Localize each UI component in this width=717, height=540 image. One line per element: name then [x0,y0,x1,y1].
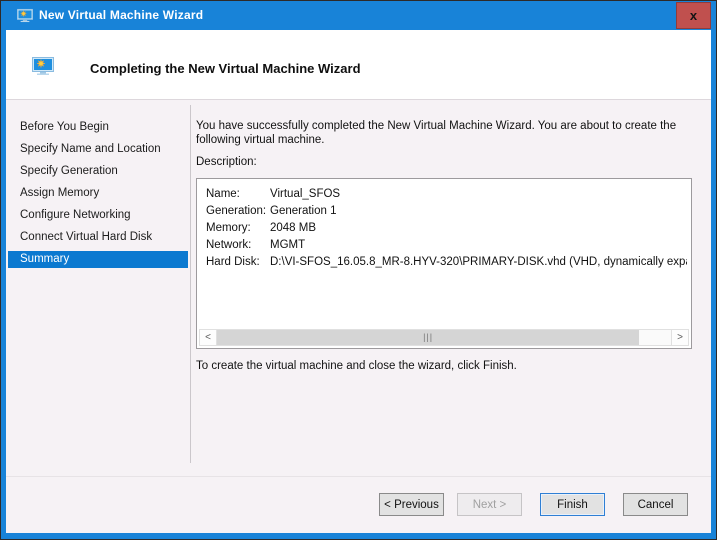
finish-instruction-text: To create the virtual machine and close … [196,360,517,372]
scroll-right-button[interactable]: > [671,330,688,345]
summary-row-value: Generation 1 [270,203,687,220]
summary-row-hard-disk: Hard Disk: D:\VI-SFOS_16.05.8_MR-8.HYV-3… [206,254,687,271]
wizard-window: New Virtual Machine Wizard x Completing … [0,0,717,540]
sidebar-item-configure-networking[interactable]: Configure Networking [8,207,188,224]
sidebar-item-summary[interactable]: Summary [8,251,188,268]
vm-summary-rows: Name: Virtual_SFOS Generation: Generatio… [206,186,687,271]
sidebar-item-before-you-begin[interactable]: Before You Begin [8,119,188,136]
horizontal-scrollbar[interactable]: < ||| > [199,329,689,346]
summary-row-memory: Memory: 2048 MB [206,220,687,237]
window-title: New Virtual Machine Wizard [39,1,203,30]
summary-row-value: Virtual_SFOS [270,186,687,203]
summary-page: You have successfully completed the New … [196,101,701,476]
summary-row-value: MGMT [270,237,687,254]
scroll-left-button[interactable]: < [200,330,217,345]
description-label: Description: [196,156,257,168]
previous-button[interactable]: < Previous [379,493,444,516]
sidebar-divider [190,105,191,463]
next-button[interactable]: Next > [457,493,522,516]
finish-button[interactable]: Finish [540,493,605,516]
sidebar-item-specify-name-and-location[interactable]: Specify Name and Location [8,141,188,158]
summary-row-name: Name: Virtual_SFOS [206,186,687,203]
scrollbar-grip-icon: ||| [423,332,433,342]
dialog-body: Completing the New Virtual Machine Wizar… [6,30,711,533]
summary-row-value: 2048 MB [270,220,687,237]
vm-wizard-icon [17,8,33,23]
vm-wizard-icon [32,57,54,75]
wizard-header: Completing the New Virtual Machine Wizar… [6,30,711,100]
summary-row-network: Network: MGMT [206,237,687,254]
vm-summary-box: Name: Virtual_SFOS Generation: Generatio… [196,178,692,349]
wizard-steps-sidebar: Before You Begin Specify Name and Locati… [8,119,188,273]
summary-row-generation: Generation: Generation 1 [206,203,687,220]
cancel-button[interactable]: Cancel [623,493,688,516]
intro-text: You have successfully completed the New … [196,119,696,147]
summary-row-label: Memory: [206,220,270,237]
close-button[interactable]: x [676,2,711,29]
summary-row-label: Name: [206,186,270,203]
scrollbar-thumb[interactable]: ||| [217,330,639,345]
summary-row-label: Network: [206,237,270,254]
sidebar-item-specify-generation[interactable]: Specify Generation [8,163,188,180]
button-area-separator [6,476,711,477]
summary-row-label: Hard Disk: [206,254,270,271]
scrollbar-track[interactable]: ||| [217,330,671,345]
summary-row-value: D:\VI-SFOS_16.05.8_MR-8.HYV-320\PRIMARY-… [270,254,687,271]
page-title: Completing the New Virtual Machine Wizar… [90,61,361,76]
summary-row-label: Generation: [206,203,270,220]
sidebar-item-connect-virtual-hard-disk[interactable]: Connect Virtual Hard Disk [8,229,188,246]
sidebar-item-assign-memory[interactable]: Assign Memory [8,185,188,202]
titlebar[interactable]: New Virtual Machine Wizard x [1,1,716,30]
